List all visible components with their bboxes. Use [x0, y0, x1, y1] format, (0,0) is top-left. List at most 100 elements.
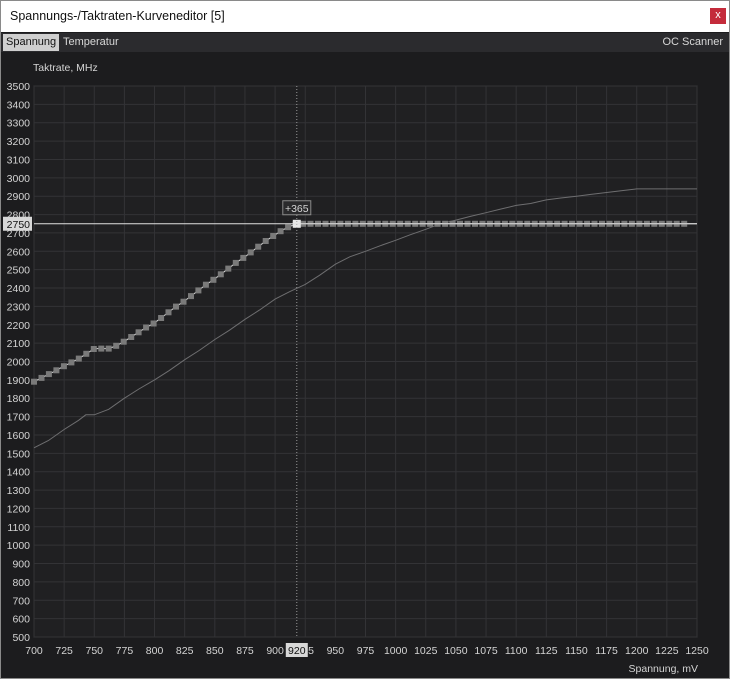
curve-point [217, 271, 224, 278]
close-button[interactable]: x [710, 8, 726, 24]
x-axis-label: Spannung, mV [629, 663, 698, 675]
curve-point [75, 355, 82, 362]
curve-point [90, 346, 97, 352]
x-tick-label: 800 [146, 645, 164, 657]
x-tick-label: 750 [86, 645, 104, 657]
curve-editor-window: Spannungs-/Taktraten-Kurveneditor [5] x … [0, 0, 730, 679]
curve-point [262, 238, 269, 244]
y-tick-label: 2200 [7, 320, 31, 332]
y-tick-label: 900 [12, 559, 30, 571]
oc-scanner-button[interactable]: OC Scanner [659, 34, 726, 51]
y-tick-label: 3200 [7, 136, 31, 148]
x-tick-label: 700 [25, 645, 43, 657]
curve-point [195, 287, 202, 294]
x-tick-label: 1125 [535, 645, 558, 657]
x-tick-label: 1175 [595, 645, 618, 657]
x-tick-label: 950 [327, 645, 345, 657]
y-axis-ticks: 500 600 700 800 900 1000 1100 1200 1300 1400 1500 1… [7, 81, 31, 644]
curve-point [143, 324, 150, 331]
x-tick-label: 825 [176, 645, 194, 657]
curve-point [158, 315, 165, 321]
y-tick-label: 1900 [7, 375, 31, 387]
y-tick-label: 3400 [7, 99, 31, 111]
y-tick-label: 2600 [7, 246, 31, 258]
x-tick-label: 775 [116, 645, 134, 657]
curve-point [285, 224, 292, 231]
y-tick-label: 1100 [7, 522, 30, 534]
x-tick-label: 1225 [655, 645, 679, 657]
curve-point [128, 334, 135, 340]
curve-point [31, 378, 37, 385]
y-tick-label: 1600 [7, 430, 31, 442]
curve-point [173, 303, 179, 310]
voltage-frequency-chart[interactable]: 500 600 700 800 900 1000 1100 1200 1300 1400 1500 1… [1, 52, 729, 678]
curve-point [105, 345, 112, 352]
x-tick-label: 1150 [565, 645, 588, 657]
grid-lines [33, 85, 698, 638]
y-tick-label: 2500 [7, 265, 31, 277]
curve-point [135, 329, 142, 336]
y-tick-label: 1800 [7, 393, 31, 405]
curve-point [240, 254, 247, 261]
y-tick-label: 1500 [7, 448, 31, 460]
y-tick-label: 2300 [7, 301, 31, 313]
curve-point [98, 345, 105, 352]
cursor-y-label: 2750 [7, 219, 31, 231]
curve-point [202, 281, 209, 288]
offset-label: +365 [285, 203, 309, 215]
x-tick-label: 1075 [474, 645, 498, 657]
y-tick-label: 2100 [7, 338, 31, 350]
x-tick-label: 1050 [444, 645, 468, 657]
curve-point [165, 309, 172, 316]
tab-voltage[interactable]: Spannung [3, 34, 60, 51]
curve-point [180, 298, 187, 305]
curve-point [225, 265, 232, 272]
y-tick-label: 600 [12, 614, 30, 626]
curve-point [277, 228, 284, 235]
x-tick-label: 1200 [625, 645, 649, 657]
y-tick-label: 1200 [7, 503, 31, 515]
curve-point [255, 243, 262, 250]
x-tick-label: 1000 [384, 645, 408, 657]
curve-point [120, 338, 127, 345]
curve-point [113, 342, 120, 349]
y-tick-label: 800 [12, 577, 30, 589]
curve-point [210, 276, 217, 283]
y-tick-label: 500 [12, 632, 30, 644]
curve-point [247, 249, 254, 256]
curve-point [83, 350, 90, 357]
x-tick-label: 1025 [414, 645, 438, 657]
title-bar[interactable]: Spannungs-/Taktraten-Kurveneditor [5] x [1, 1, 729, 32]
curve-point [150, 320, 157, 327]
y-tick-label: 2000 [7, 357, 31, 369]
y-tick-label: 1000 [7, 540, 31, 552]
y-tick-label: 1400 [7, 467, 31, 479]
curve-point [232, 259, 239, 266]
x-tick-label: 875 [236, 645, 254, 657]
curve-point [38, 374, 45, 381]
curve-point [60, 363, 67, 370]
cursor-x-label: 920 [288, 645, 306, 657]
x-tick-label: 850 [206, 645, 224, 657]
window-title: Spannungs-/Taktraten-Kurveneditor [5] [10, 9, 225, 23]
tab-bar: Spannung Temperatur OC Scanner [1, 33, 729, 52]
curve-point [68, 359, 75, 366]
tab-temperature[interactable]: Temperatur [60, 34, 122, 51]
y-tick-label: 2400 [7, 283, 31, 295]
x-tick-label: 1100 [505, 645, 528, 657]
y-tick-label: 1700 [7, 412, 31, 424]
y-tick-label: 3100 [7, 154, 31, 166]
y-tick-label: 2900 [7, 191, 31, 203]
curve-point [53, 367, 60, 374]
x-tick-label: 975 [357, 645, 375, 657]
y-tick-label: 3500 [7, 81, 31, 93]
x-tick-label: 1250 [685, 645, 709, 657]
x-tick-label: 725 [55, 645, 73, 657]
curve-point [45, 371, 52, 378]
y-tick-label: 3000 [7, 173, 31, 185]
y-tick-label: 3300 [7, 118, 31, 130]
curve-point [270, 233, 277, 239]
curve-point [188, 293, 194, 300]
x-axis-ticks: 7007257507758008258508759009259509751000… [25, 645, 709, 657]
y-tick-label: 1300 [7, 485, 31, 497]
